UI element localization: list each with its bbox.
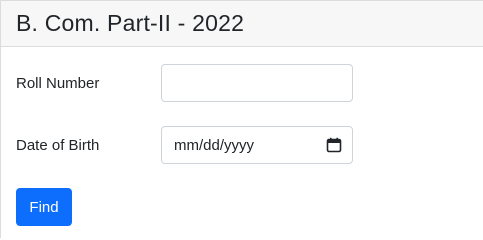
date-of-birth-row: Date of Birth mm/dd/yyyy — [16, 126, 353, 164]
roll-number-input[interactable] — [161, 64, 353, 102]
find-button[interactable]: Find — [16, 188, 72, 226]
page-title: B. Com. Part-II - 2022 — [16, 10, 245, 36]
date-of-birth-input[interactable]: mm/dd/yyyy — [161, 126, 353, 164]
card-header: B. Com. Part-II - 2022 — [1, 0, 483, 47]
result-card: B. Com. Part-II - 2022 Roll Number Date … — [0, 0, 483, 238]
date-of-birth-value: mm/dd/yyyy — [174, 136, 255, 154]
calendar-icon[interactable] — [326, 137, 342, 153]
date-of-birth-label: Date of Birth — [16, 136, 100, 154]
roll-number-label: Roll Number — [16, 74, 100, 92]
roll-number-row: Roll Number — [16, 64, 353, 102]
